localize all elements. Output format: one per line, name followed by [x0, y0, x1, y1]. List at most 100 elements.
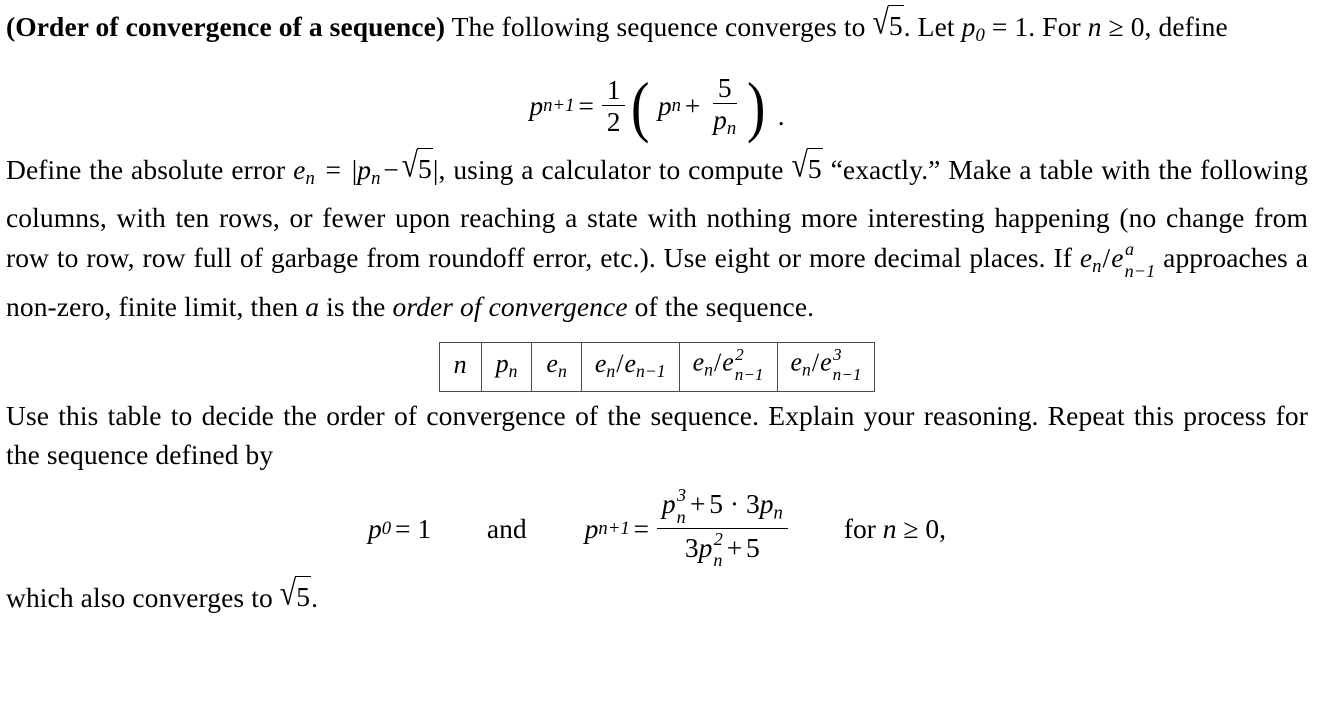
eq1-equals: = — [578, 89, 594, 121]
header-pn-sub: n — [508, 360, 518, 381]
eq2-num-sub: n — [676, 506, 686, 527]
ratio1-num-var: e — [594, 348, 607, 378]
radicand: 5 — [887, 5, 904, 46]
ratio1-den-var: e — [624, 348, 636, 378]
paragraph2-s1: Define the absolute error — [6, 153, 286, 185]
radicand: 5 — [806, 147, 823, 189]
eq1-period: . — [777, 99, 785, 131]
p-zero-subscript: 0 — [975, 25, 985, 47]
p-zero-symbol: p — [961, 11, 976, 42]
ratio3-den-sub: n−1 — [832, 364, 862, 384]
eq2-num-tail-sub: n — [773, 502, 783, 524]
radical-sign-icon: √ — [279, 574, 297, 613]
eq2-den-sub: n — [713, 550, 723, 571]
eq2-p0-sub: 0 — [381, 517, 392, 539]
eq2-lhs-var: p — [584, 512, 599, 544]
ratio3-num-sub: n — [802, 359, 811, 380]
eq1-lhs-var: p — [529, 89, 544, 121]
radical-sign-icon: √ — [872, 4, 889, 42]
columns-table-wrapper: n pn en en/en−1 en/e 2 n−1 en/e 3 n−1 — [6, 342, 1308, 392]
ratio2-num-sub: n — [704, 359, 713, 380]
paragraph2-equals: = — [325, 153, 342, 185]
error-definition-paragraph: Define the absolute error en = |pn −√5|, … — [6, 147, 1308, 326]
eq2-denominator: 3p 2 n +5 — [680, 529, 765, 571]
table-header-n: n — [438, 342, 482, 392]
radical-sign-icon: √ — [791, 146, 808, 185]
eq2-den-lead: 3 — [684, 531, 699, 563]
eq1-plus: + — [684, 89, 701, 121]
display-equation-1: p n+1 = 1 2 ( pn + 5 pn ) . — [6, 64, 1308, 148]
columns-table: n pn en en/en−1 en/e 2 n−1 en/e 3 n−1 — [438, 342, 876, 392]
ratio-num-sub: n — [1092, 256, 1102, 278]
eq2-den-supsub: 2n — [713, 530, 722, 570]
ratio-den-supsub: a n−1 — [1125, 240, 1156, 280]
eq2-num-power: 3 — [677, 485, 687, 506]
sqrt-five-inline-2: √5 — [402, 147, 433, 191]
eq2-condition-post: ≥ 0, — [903, 512, 946, 544]
ratio2-den-var: e — [722, 347, 734, 377]
ratio3-den-power: 3 — [833, 344, 842, 364]
problem-statement-paragraph: (Order of convergence of a sequence) The… — [6, 4, 1308, 56]
eq2-main-fraction: p 3 n +5 · 3pn 3p 2 n +5 — [656, 486, 788, 571]
paragraph2-s5: is the — [326, 290, 386, 322]
ratio3-num-var: e — [790, 347, 803, 377]
ratio1-num-sub: n — [606, 360, 616, 381]
paragraph1-text-b: . Let — [903, 11, 955, 42]
a-variable: a — [305, 290, 320, 322]
order-of-convergence-phrase: order of convergence — [392, 290, 628, 322]
eq2-equals: = — [633, 512, 650, 544]
ratio-den-sub: n−1 — [1124, 260, 1156, 281]
eq2-and-word: and — [486, 512, 527, 544]
closing-paragraph: which also converges to √5. — [6, 575, 1308, 619]
header-n-label: n — [453, 349, 467, 379]
ratio2-den-supsub: 2 n−1 — [735, 346, 764, 384]
eq1-half-fraction: 1 2 — [601, 75, 626, 137]
header-en-var: e — [546, 348, 558, 378]
ratio2-slash: / — [713, 347, 722, 377]
ratio3-den-supsub: 3 n−1 — [832, 344, 862, 384]
ratio-slash: / — [1102, 241, 1111, 273]
table-header-pn: pn — [480, 342, 533, 392]
eq1-open-paren: ( — [631, 68, 650, 144]
eq2-num-supsub: 3n — [677, 486, 686, 526]
eq2-p0-equals: = 1 — [394, 512, 432, 544]
table-header-en: en — [531, 342, 582, 392]
eq2-den-var: p — [698, 531, 713, 563]
sqrt-five-inline-3: √5 — [791, 147, 823, 191]
eq2-num-rest: 5 · 3 — [709, 488, 760, 520]
eq2-num-plus: + — [689, 488, 706, 520]
paragraph1-line2-rel: ≥ 0, define — [1108, 11, 1228, 42]
table-row: n pn en en/en−1 en/e 2 n−1 en/e 3 n−1 — [438, 342, 876, 392]
radicand: 5 — [295, 575, 312, 617]
e-subscript-1: n — [305, 167, 315, 189]
radicand: 5 — [417, 147, 433, 189]
eq1-inner-sub: n — [671, 94, 681, 116]
eq2-den-tail: 5 — [746, 531, 760, 563]
eq2-num-var: p — [661, 488, 676, 520]
eq1-close-paren: ) — [747, 68, 766, 144]
eq1-five-numerator: 5 — [712, 73, 737, 104]
eq2-den-power: 2 — [713, 529, 723, 550]
ratio-den-sup: a — [1124, 239, 1135, 260]
n-variable-1: n — [1087, 11, 1102, 42]
header-pn-var: p — [495, 348, 509, 378]
ratio-den-var: e — [1111, 241, 1124, 273]
eq1-half-numerator: 1 — [601, 75, 626, 106]
ratio2-num-var: e — [692, 347, 705, 377]
paragraph2-s2: , using a calculator to compute — [438, 153, 784, 185]
e-variable-1: e — [293, 153, 306, 185]
display-equation-2: p0 = 1 and p n+1 = p 3 n +5 · 3pn 3p 2 n +5 for… — [6, 483, 1308, 575]
eq1-pn-denominator: pn — [708, 104, 741, 138]
paragraph1-text-a: The following sequence converges to — [451, 11, 866, 42]
closing-text-a: which also converges to — [6, 581, 273, 613]
eq2-num-tail-var: p — [759, 488, 774, 520]
eq1-half-denominator: 2 — [606, 105, 621, 137]
instructions-paragraph: Use this table to decide the order of co… — [6, 399, 1308, 471]
p-subscript-2: n — [371, 167, 381, 189]
paragraph1-line2-a: = 1. For — [991, 11, 1081, 42]
problem-title-text: (Order of convergence of a sequence) — [6, 11, 446, 42]
header-en-sub: n — [557, 360, 567, 381]
eq2-numerator: p 3 n +5 · 3pn — [656, 486, 788, 529]
equation1-row: p n+1 = 1 2 ( pn + 5 pn ) . — [529, 68, 785, 144]
table-header-ratio-3: en/e 3 n−1 — [776, 342, 876, 392]
